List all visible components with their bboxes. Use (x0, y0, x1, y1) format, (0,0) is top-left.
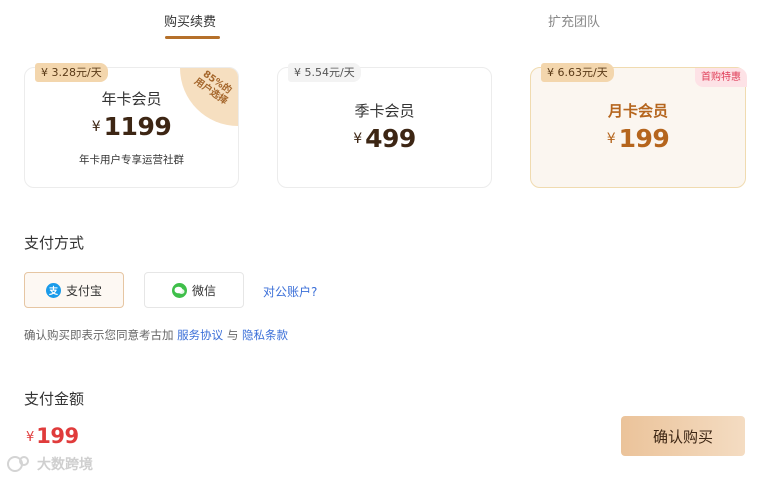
payment-method-title: 支付方式 (24, 234, 85, 252)
daily-price-tag: ¥ 5.54元/天 (288, 63, 361, 82)
currency-symbol: ¥ (606, 131, 616, 147)
price-amount: 199 (618, 124, 670, 153)
watermark-logo-icon (7, 456, 29, 472)
alipay-icon: 支 (45, 282, 61, 298)
price-amount: 1199 (103, 112, 172, 141)
confirm-purchase-button[interactable]: 确认购买 (621, 416, 745, 456)
corporate-account-link[interactable]: 对公账户? (263, 283, 317, 300)
wechat-label: 微信 (191, 283, 216, 298)
watermark-text: 大数跨境 (37, 457, 93, 473)
plan-card-season[interactable]: ¥ 5.54元/天 季卡会员 ¥499 (277, 63, 492, 188)
plan-note: 年卡用户专享运营社群 (79, 154, 184, 166)
watermark: 大数跨境 (6, 454, 93, 474)
payment-amount-title: 支付金额 (24, 390, 85, 408)
plan-price: ¥1199 (25, 112, 238, 141)
plan-card-month[interactable]: ¥ 6.63元/天 首购特惠 月卡会员 ¥199 (530, 63, 747, 188)
agreement-prefix: 确认购买即表示您同意考古加 (24, 328, 174, 342)
currency-symbol: ¥ (26, 430, 35, 445)
wechat-icon (171, 282, 187, 298)
currency-symbol: ¥ (353, 131, 363, 147)
alipay-button[interactable]: 支 支付宝 (24, 272, 124, 308)
agreement-joiner: 与 (226, 328, 239, 342)
agreement-text: 确认购买即表示您同意考古加 服务协议 与 隐私条款 (24, 327, 288, 343)
currency-symbol: ¥ (91, 119, 101, 135)
plan-price: ¥199 (531, 124, 745, 153)
plan-name: 季卡会员 (354, 102, 415, 120)
daily-price-tag: ¥ 6.63元/天 (541, 63, 614, 82)
plan-price: ¥499 (278, 124, 491, 153)
plan-name: 月卡会员 (607, 102, 668, 120)
privacy-terms-link[interactable]: 隐私条款 (242, 328, 288, 342)
daily-price-tag: ¥ 3.28元/天 (35, 63, 108, 82)
first-purchase-badge: 首购特惠 (695, 68, 747, 87)
tab-bar: 购买续费 扩充团队 (0, 0, 766, 44)
total-amount: ¥199 (26, 424, 79, 448)
plan-card-year[interactable]: 85%的 用户选择 ¥ 3.28元/天 年卡会员 ¥1199 年卡用户专享运营社… (24, 63, 239, 188)
service-agreement-link[interactable]: 服务协议 (177, 328, 223, 342)
tab-expand-team[interactable]: 扩充团队 (548, 11, 600, 30)
price-amount: 499 (365, 124, 416, 153)
plan-name: 年卡会员 (101, 90, 162, 108)
tab-buy-renew[interactable]: 购买续费 (164, 11, 216, 30)
alipay-label: 支付宝 (65, 283, 102, 298)
total-amount-value: 199 (36, 424, 79, 448)
active-tab-indicator (165, 36, 220, 39)
wechat-pay-button[interactable]: 微信 (144, 272, 244, 308)
